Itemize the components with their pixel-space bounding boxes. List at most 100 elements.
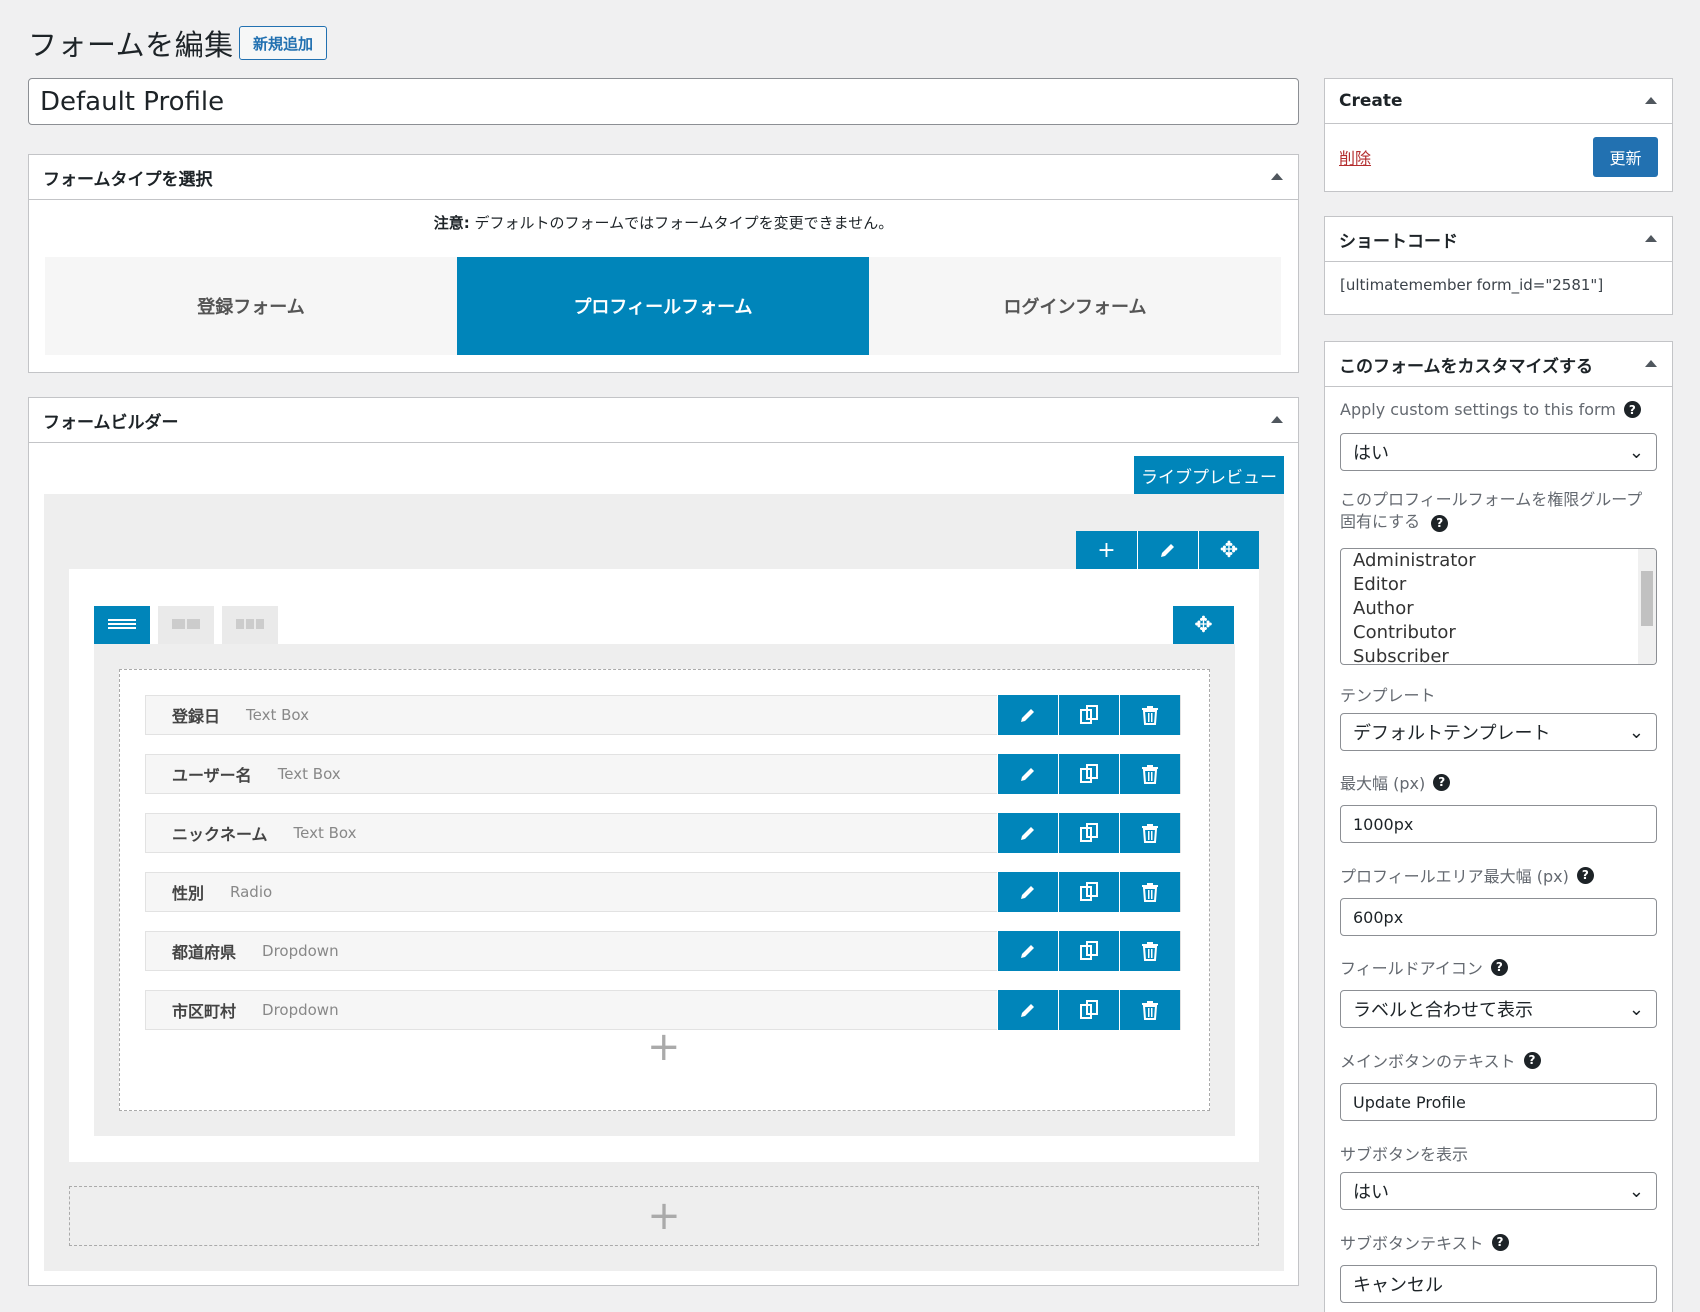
update-button[interactable]: 更新 — [1593, 137, 1658, 177]
collapse-arrow-icon[interactable] — [1645, 235, 1657, 242]
field-icon-select[interactable]: ラベルと合わせて表示 ⌄ — [1340, 990, 1657, 1028]
profile-area-label-text: プロフィールエリア最大幅 (px) — [1340, 867, 1569, 886]
roles-label-line2: 固有にする — [1340, 512, 1421, 531]
help-icon[interactable]: ? — [1576, 866, 1594, 884]
role-option[interactable]: Editor — [1341, 573, 1656, 597]
form-builder-heading[interactable]: フォームビルダー — [29, 398, 1298, 443]
sub-button-text-input[interactable]: キャンセル — [1340, 1265, 1657, 1303]
roles-multiselect[interactable]: Administrator Editor Author Contributor … — [1340, 548, 1657, 665]
help-icon[interactable]: ? — [1623, 401, 1641, 418]
scrollbar[interactable] — [1638, 549, 1656, 664]
template-select[interactable]: デフォルトテンプレート ⌄ — [1340, 713, 1657, 751]
create-heading-text: Create — [1339, 91, 1403, 111]
scrollbar-thumb[interactable] — [1641, 571, 1653, 626]
max-width-label-text: 最大幅 (px) — [1340, 774, 1426, 793]
duplicate-field-icon[interactable] — [1058, 872, 1119, 912]
column-area: 登録日 Text Box ユーザー名 Text Box ニックネーム Text Box 性別… — [94, 644, 1235, 1136]
help-icon[interactable]: ? — [1490, 958, 1508, 976]
live-preview-button[interactable]: ライブプレビュー — [1134, 456, 1284, 494]
add-new-button[interactable]: 新規追加 — [239, 26, 327, 60]
duplicate-field-icon[interactable] — [1058, 931, 1119, 971]
collapse-arrow-icon[interactable] — [1271, 416, 1283, 423]
edit-field-icon[interactable] — [997, 990, 1058, 1030]
form-type-notice: 注意: デフォルトのフォームではフォームタイプを変更できません。 — [29, 200, 1298, 239]
form-field-row[interactable]: 性別 Radio — [145, 872, 1181, 912]
role-option[interactable]: Subscriber — [1341, 645, 1656, 664]
edit-field-icon[interactable] — [997, 754, 1058, 794]
add-row-icon[interactable]: + — [1076, 531, 1137, 569]
move-column-icon[interactable]: ✥ — [1173, 606, 1234, 644]
edit-field-icon[interactable] — [997, 931, 1058, 971]
move-row-icon[interactable]: ✥ — [1198, 531, 1259, 569]
add-field-icon[interactable]: + — [647, 1024, 681, 1070]
edit-row-icon[interactable] — [1137, 531, 1198, 569]
shortcode-heading[interactable]: ショートコード — [1325, 217, 1672, 262]
delete-field-icon[interactable] — [1119, 754, 1180, 794]
apply-settings-select[interactable]: はい ⌄ — [1340, 433, 1657, 471]
one-column-icon[interactable] — [94, 606, 150, 644]
help-icon[interactable]: ? — [1431, 514, 1449, 532]
delete-field-icon[interactable] — [1119, 872, 1180, 912]
chevron-down-icon: ⌄ — [1628, 721, 1644, 743]
collapse-arrow-icon[interactable] — [1645, 97, 1657, 104]
duplicate-field-icon[interactable] — [1058, 990, 1119, 1030]
three-column-icon[interactable] — [222, 606, 278, 644]
help-icon[interactable]: ? — [1491, 1233, 1509, 1251]
template-label-text: テンプレート — [1340, 686, 1436, 705]
field-actions — [997, 695, 1180, 735]
shortcode-text[interactable]: [ultimatemember form_id="2581"] — [1325, 262, 1672, 308]
collapse-arrow-icon[interactable] — [1645, 360, 1657, 367]
duplicate-field-icon[interactable] — [1058, 754, 1119, 794]
role-option[interactable]: Contributor — [1341, 621, 1656, 645]
edit-field-icon[interactable] — [997, 695, 1058, 735]
field-type: Text Box — [293, 824, 357, 842]
form-field-row[interactable]: ユーザー名 Text Box — [145, 754, 1181, 794]
duplicate-field-icon[interactable] — [1058, 813, 1119, 853]
edit-field-icon[interactable] — [997, 813, 1058, 853]
field-label: ニックネーム — [172, 825, 268, 844]
field-type: Dropdown — [262, 1001, 339, 1019]
edit-field-icon[interactable] — [997, 872, 1058, 912]
field-actions — [997, 872, 1180, 912]
form-type-profile[interactable]: プロフィールフォーム — [457, 257, 869, 355]
form-type-options: 登録フォーム プロフィールフォーム ログインフォーム — [45, 257, 1281, 355]
form-type-heading[interactable]: フォームタイプを選択 — [29, 155, 1298, 200]
field-label: ユーザー名 — [172, 766, 252, 785]
add-row-button[interactable]: + — [69, 1186, 1259, 1246]
shortcode-box: ショートコード [ultimatemember form_id="2581"] — [1324, 216, 1673, 315]
main-button-input[interactable]: Update Profile — [1340, 1083, 1657, 1121]
profile-area-input[interactable]: 600px — [1340, 898, 1657, 936]
field-actions — [997, 754, 1180, 794]
form-field-row[interactable]: 登録日 Text Box — [145, 695, 1181, 735]
collapse-arrow-icon[interactable] — [1271, 173, 1283, 180]
delete-field-icon[interactable] — [1119, 813, 1180, 853]
create-heading[interactable]: Create — [1325, 79, 1672, 124]
field-type: Text Box — [277, 765, 341, 783]
form-title-input[interactable]: Default Profile — [28, 78, 1299, 125]
max-width-input[interactable]: 1000px — [1340, 805, 1657, 843]
field-drop-zone: 登録日 Text Box ユーザー名 Text Box ニックネーム Text Box 性別… — [119, 669, 1210, 1111]
sub-button-text-label: サブボタンテキスト? — [1340, 1230, 1509, 1254]
delete-field-icon[interactable] — [1119, 990, 1180, 1030]
delete-field-icon[interactable] — [1119, 695, 1180, 735]
delete-link[interactable]: 削除 — [1339, 145, 1371, 169]
customize-heading[interactable]: このフォームをカスタマイズする — [1325, 342, 1672, 387]
form-type-register[interactable]: 登録フォーム — [45, 257, 457, 355]
help-icon[interactable]: ? — [1523, 1051, 1541, 1069]
delete-field-icon[interactable] — [1119, 931, 1180, 971]
profile-area-label: プロフィールエリア最大幅 (px)? — [1340, 863, 1594, 887]
field-icon-value: ラベルと合わせて表示 — [1353, 1000, 1533, 1021]
form-field-row[interactable]: ニックネーム Text Box — [145, 813, 1181, 853]
customize-heading-text: このフォームをカスタマイズする — [1339, 356, 1593, 377]
apply-settings-label: Apply custom settings to this form? — [1340, 400, 1641, 419]
show-sub-button-select[interactable]: はい ⌄ — [1340, 1172, 1657, 1210]
role-option[interactable]: Administrator — [1341, 549, 1656, 573]
two-column-icon[interactable] — [158, 606, 214, 644]
form-type-login[interactable]: ログインフォーム — [869, 257, 1281, 355]
form-field-row[interactable]: 都道府県 Dropdown — [145, 931, 1181, 971]
help-icon[interactable]: ? — [1433, 773, 1451, 791]
column-layout-selector — [94, 606, 278, 644]
field-icon-label-text: フィールドアイコン — [1340, 959, 1483, 978]
role-option[interactable]: Author — [1341, 597, 1656, 621]
duplicate-field-icon[interactable] — [1058, 695, 1119, 735]
